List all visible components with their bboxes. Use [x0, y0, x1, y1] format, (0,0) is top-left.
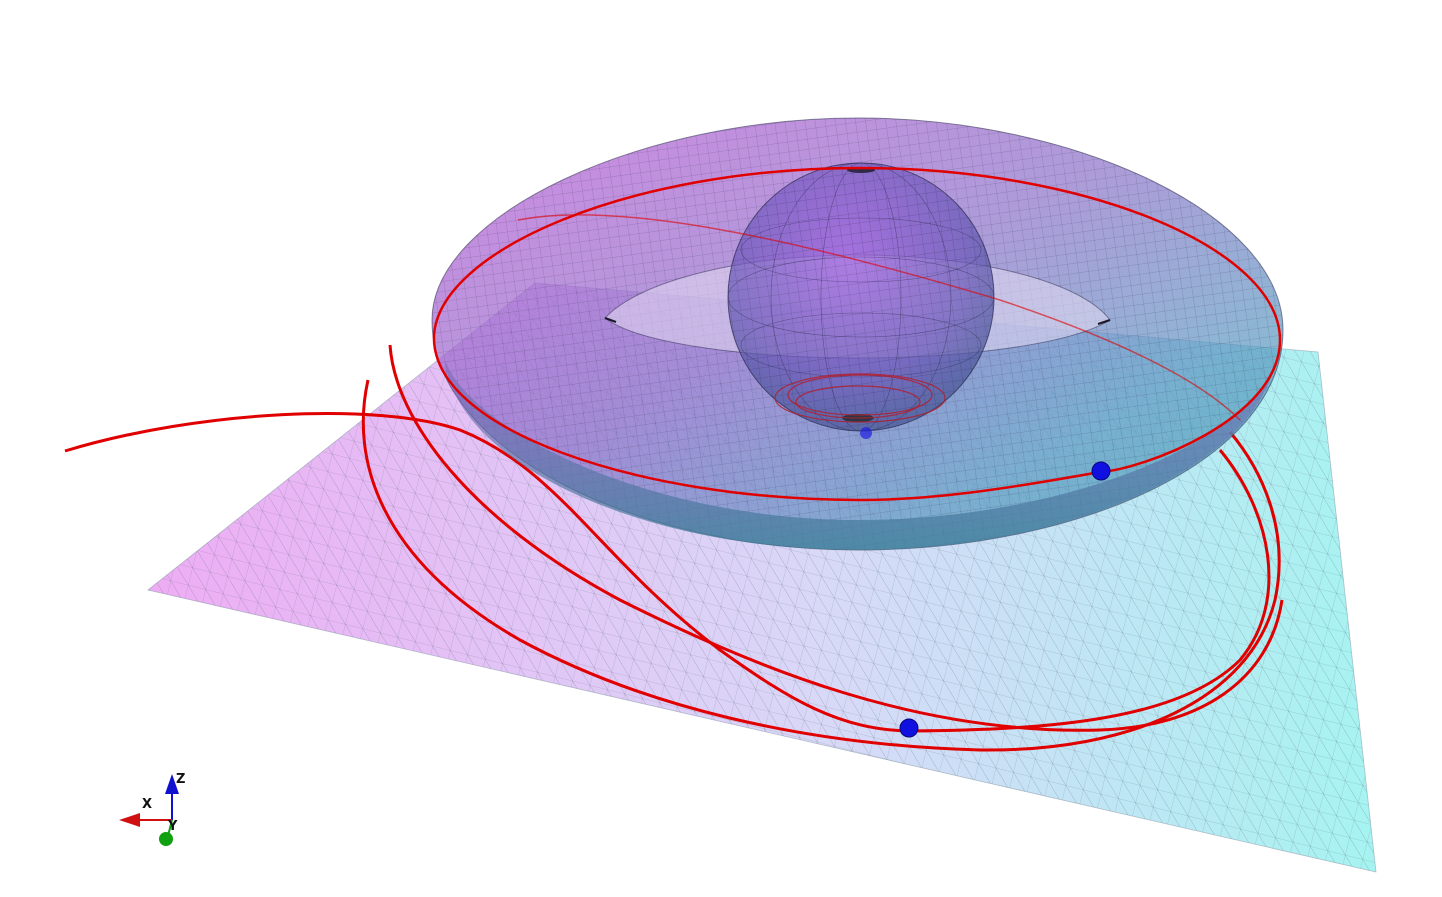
x-axis-arrow	[119, 813, 140, 827]
z-axis-label: Z	[176, 772, 185, 787]
3d-viewport[interactable]: Z X Y	[0, 0, 1442, 897]
body-marker[interactable]	[899, 718, 919, 738]
central-sphere	[727, 162, 995, 432]
y-axis-arrow	[159, 832, 173, 846]
body-marker[interactable]	[1091, 461, 1111, 481]
body-marker[interactable]	[860, 427, 872, 439]
axes-triad[interactable]: Z X Y	[119, 772, 185, 846]
x-axis-label: X	[142, 797, 152, 812]
y-axis-label: Y	[167, 819, 178, 834]
